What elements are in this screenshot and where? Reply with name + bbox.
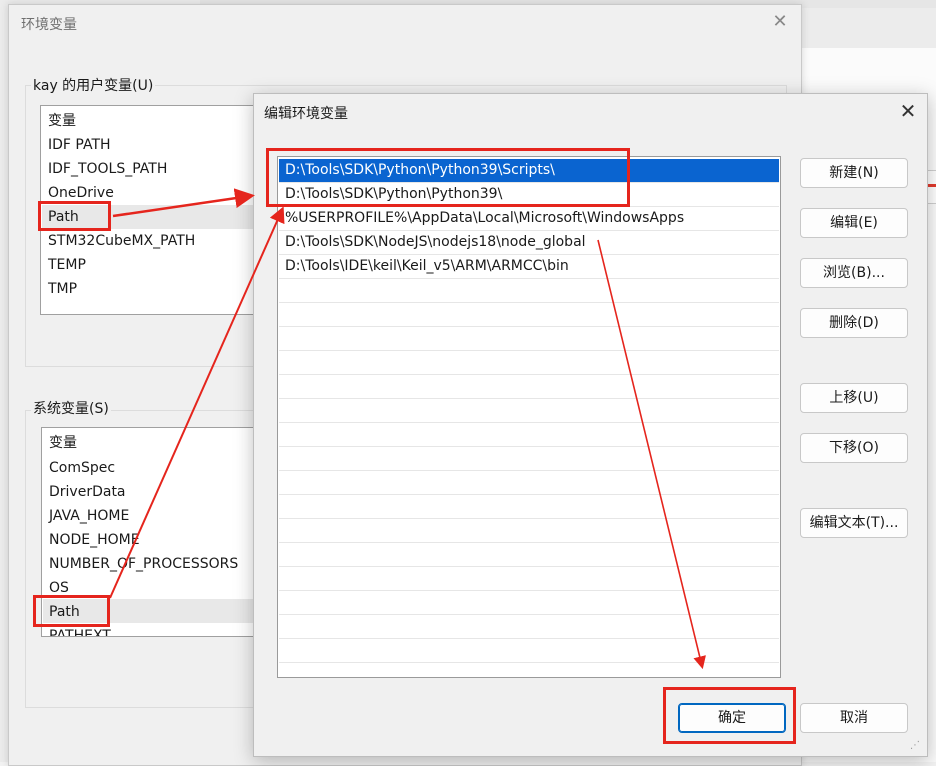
move-up-button[interactable]: 上移(U): [800, 383, 908, 413]
empty-row[interactable]: [279, 351, 779, 375]
delete-button[interactable]: 删除(D): [800, 308, 908, 338]
list-item[interactable]: NUMBER_OF_PROCESSORS: [49, 552, 238, 576]
list-item[interactable]: TMP: [48, 277, 77, 301]
empty-row[interactable]: [279, 375, 779, 399]
close-icon[interactable]: ✕: [771, 13, 789, 31]
path-text: %USERPROFILE%\AppData\Local\Microsoft\Wi…: [285, 210, 685, 226]
path-text: D:\Tools\SDK\NodeJS\nodejs18\node_global: [285, 234, 586, 250]
list-item[interactable]: NODE_HOME: [49, 528, 140, 552]
new-button[interactable]: 新建(N): [800, 158, 908, 188]
list-item[interactable]: JAVA_HOME: [49, 504, 129, 528]
empty-row[interactable]: [279, 519, 779, 543]
column-header-variable[interactable]: 变量: [49, 431, 77, 455]
path-list[interactable]: D:\Tools\SDK\Python\Python39\Scripts\ D:…: [277, 156, 781, 678]
empty-row[interactable]: [279, 423, 779, 447]
browse-button[interactable]: 浏览(B)...: [800, 258, 908, 288]
empty-row[interactable]: [279, 639, 779, 663]
dialog-title: 编辑环境变量: [264, 106, 348, 122]
path-row[interactable]: D:\Tools\IDE\keil\Keil_v5\ARM\ARMCC\bin: [279, 255, 779, 279]
empty-row[interactable]: [279, 567, 779, 591]
empty-row[interactable]: [279, 279, 779, 303]
empty-row[interactable]: [279, 495, 779, 519]
resize-grip-icon[interactable]: ⋰: [910, 740, 920, 751]
cancel-button[interactable]: 取消: [800, 703, 908, 733]
empty-row[interactable]: [279, 327, 779, 351]
dialog-title: 环境变量: [21, 17, 77, 33]
list-item[interactable]: TEMP: [48, 253, 86, 277]
empty-row[interactable]: [279, 591, 779, 615]
annotation-box-python-paths: [266, 148, 630, 207]
annotation-box-user-path: [38, 201, 111, 231]
system-variables-label: 系统变量(S): [31, 398, 111, 418]
path-row[interactable]: %USERPROFILE%\AppData\Local\Microsoft\Wi…: [279, 207, 779, 231]
edit-text-button[interactable]: 编辑文本(T)...: [800, 508, 908, 538]
list-item[interactable]: IDF PATH: [48, 133, 111, 157]
annotation-box-system-path: [33, 595, 110, 627]
empty-row[interactable]: [279, 615, 779, 639]
column-header-variable[interactable]: 变量: [48, 109, 76, 133]
path-text: D:\Tools\IDE\keil\Keil_v5\ARM\ARMCC\bin: [285, 258, 569, 274]
empty-row[interactable]: [279, 543, 779, 567]
empty-row[interactable]: [279, 303, 779, 327]
move-down-button[interactable]: 下移(O): [800, 433, 908, 463]
empty-row[interactable]: [279, 471, 779, 495]
annotation-box-ok-button: [663, 687, 796, 744]
empty-row[interactable]: [279, 447, 779, 471]
close-icon[interactable]: ✕: [898, 101, 918, 121]
list-item[interactable]: IDF_TOOLS_PATH: [48, 157, 167, 181]
path-row[interactable]: D:\Tools\SDK\NodeJS\nodejs18\node_global: [279, 231, 779, 255]
user-variables-label: kay 的用户变量(U): [31, 75, 156, 95]
list-item[interactable]: STM32CubeMX_PATH: [48, 229, 195, 253]
empty-row[interactable]: [279, 399, 779, 423]
list-item[interactable]: DriverData: [49, 480, 126, 504]
list-item[interactable]: ComSpec: [49, 456, 115, 480]
edit-button[interactable]: 编辑(E): [800, 208, 908, 238]
